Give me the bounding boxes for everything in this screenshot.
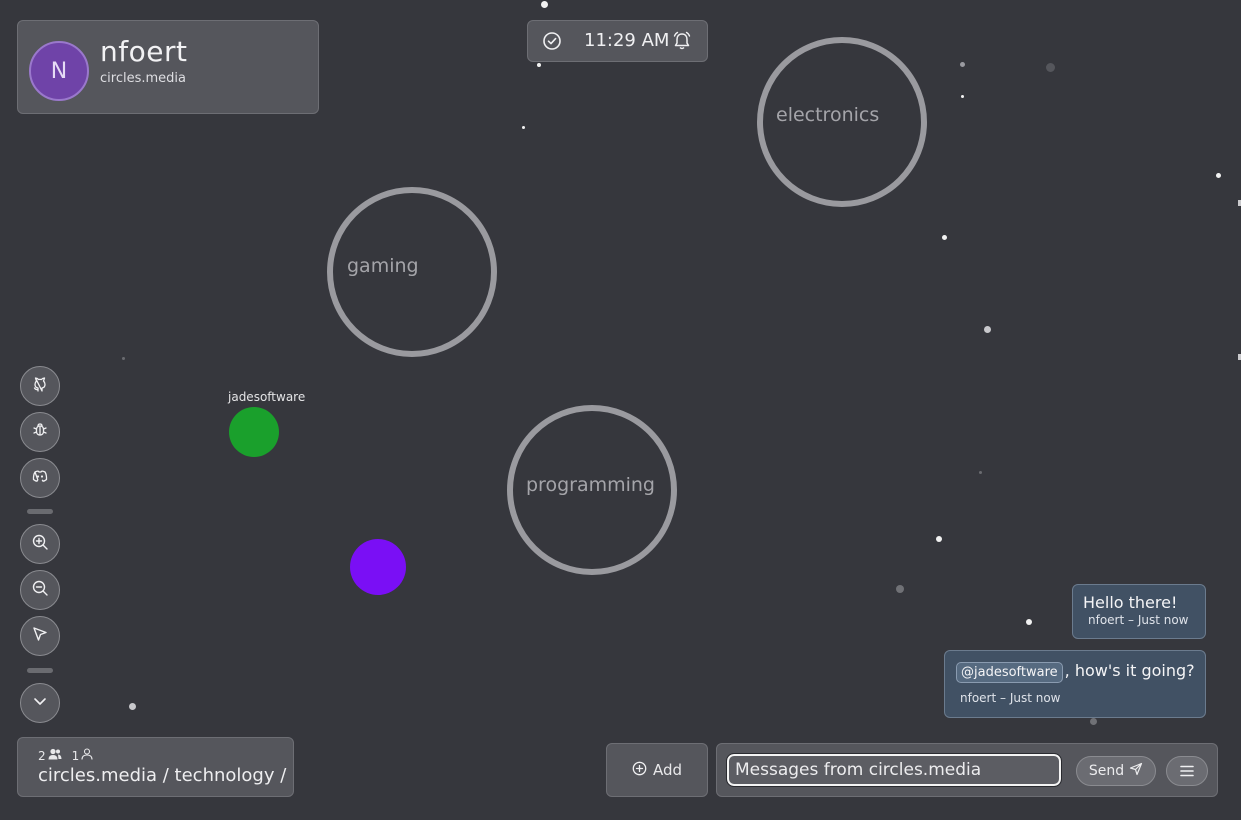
- chat-message-meta: nfoert – Just now: [960, 691, 1061, 705]
- chat-message-text: Hello there!: [1083, 593, 1178, 612]
- user-outline-icon: [81, 748, 93, 763]
- chat-message: Hello there! nfoert – Just now: [1072, 584, 1206, 639]
- chat-message: @jadesoftware, how's it going? nfoert – …: [944, 650, 1206, 718]
- star: [979, 471, 982, 474]
- person-self[interactable]: [350, 539, 406, 595]
- online-counts: 2 1: [38, 748, 93, 763]
- send-icon: [1129, 762, 1143, 780]
- bug-icon: [31, 421, 49, 443]
- add-label: Add: [652, 761, 683, 779]
- send-label: Send: [1088, 763, 1125, 779]
- star: [541, 1, 548, 8]
- github-icon: [31, 375, 49, 397]
- star: [1090, 718, 1097, 725]
- zoom-in-icon: [31, 533, 49, 555]
- user-card: N nfoert circles.media: [17, 20, 319, 114]
- mention-tag[interactable]: @jadesoftware: [956, 662, 1063, 683]
- github-button[interactable]: [20, 366, 60, 406]
- avatar[interactable]: N: [29, 41, 89, 101]
- menu-button[interactable]: [1166, 756, 1208, 786]
- breadcrumb[interactable]: circles.media / technology /: [38, 765, 286, 786]
- person-jadesoftware[interactable]: [229, 407, 279, 457]
- user-domain: circles.media: [100, 71, 186, 86]
- users-icon: [48, 748, 62, 763]
- star: [122, 357, 125, 360]
- toolbar-divider: [27, 509, 53, 514]
- star: [537, 63, 541, 67]
- pointer-icon: [31, 625, 49, 647]
- location-panel: 2 1 circles.media / technology /: [17, 737, 294, 797]
- chevron-down-icon: [31, 692, 49, 714]
- clock-time: 11:29 AM: [584, 30, 670, 51]
- star: [522, 126, 525, 129]
- star: [1216, 173, 1221, 178]
- hamburger-menu-icon: [1180, 762, 1194, 781]
- star: [942, 235, 947, 240]
- star: [896, 585, 904, 593]
- username: nfoert: [100, 35, 188, 68]
- discord-icon: [31, 467, 49, 489]
- message-input[interactable]: [726, 753, 1062, 787]
- report-bug-button[interactable]: [20, 412, 60, 452]
- star: [960, 62, 965, 67]
- self-count: 1: [71, 748, 80, 763]
- clock-bar: 11:29 AM: [527, 20, 708, 62]
- check-circle-icon[interactable]: [542, 31, 562, 55]
- chat-message-body: , how's it going?: [1064, 661, 1195, 680]
- zoom-out-button[interactable]: [20, 570, 60, 610]
- person-name: jadesoftware: [228, 390, 306, 404]
- add-button[interactable]: Add: [606, 743, 708, 797]
- circle-label-programming: programming: [526, 474, 655, 496]
- circle-label-gaming: gaming: [347, 255, 419, 277]
- star: [129, 703, 136, 710]
- star: [961, 95, 964, 98]
- alarm-bell-icon[interactable]: [671, 30, 693, 56]
- star: [936, 536, 942, 542]
- discord-button[interactable]: [20, 458, 60, 498]
- plus-circle-icon: [632, 761, 647, 780]
- star: [1026, 619, 1032, 625]
- collapse-toolbar-button[interactable]: [20, 683, 60, 723]
- message-bar: Send: [716, 743, 1218, 797]
- star: [1046, 63, 1055, 72]
- toolbar-divider: [27, 668, 53, 673]
- star: [984, 326, 991, 333]
- send-button[interactable]: Send: [1076, 756, 1156, 786]
- users-count: 2: [38, 748, 46, 763]
- circle-label-electronics: electronics: [776, 104, 880, 126]
- chat-message-text: @jadesoftware, how's it going?: [956, 661, 1195, 683]
- pointer-button[interactable]: [20, 616, 60, 656]
- chat-message-meta: nfoert – Just now: [1088, 613, 1189, 627]
- zoom-in-button[interactable]: [20, 524, 60, 564]
- zoom-out-icon: [31, 579, 49, 601]
